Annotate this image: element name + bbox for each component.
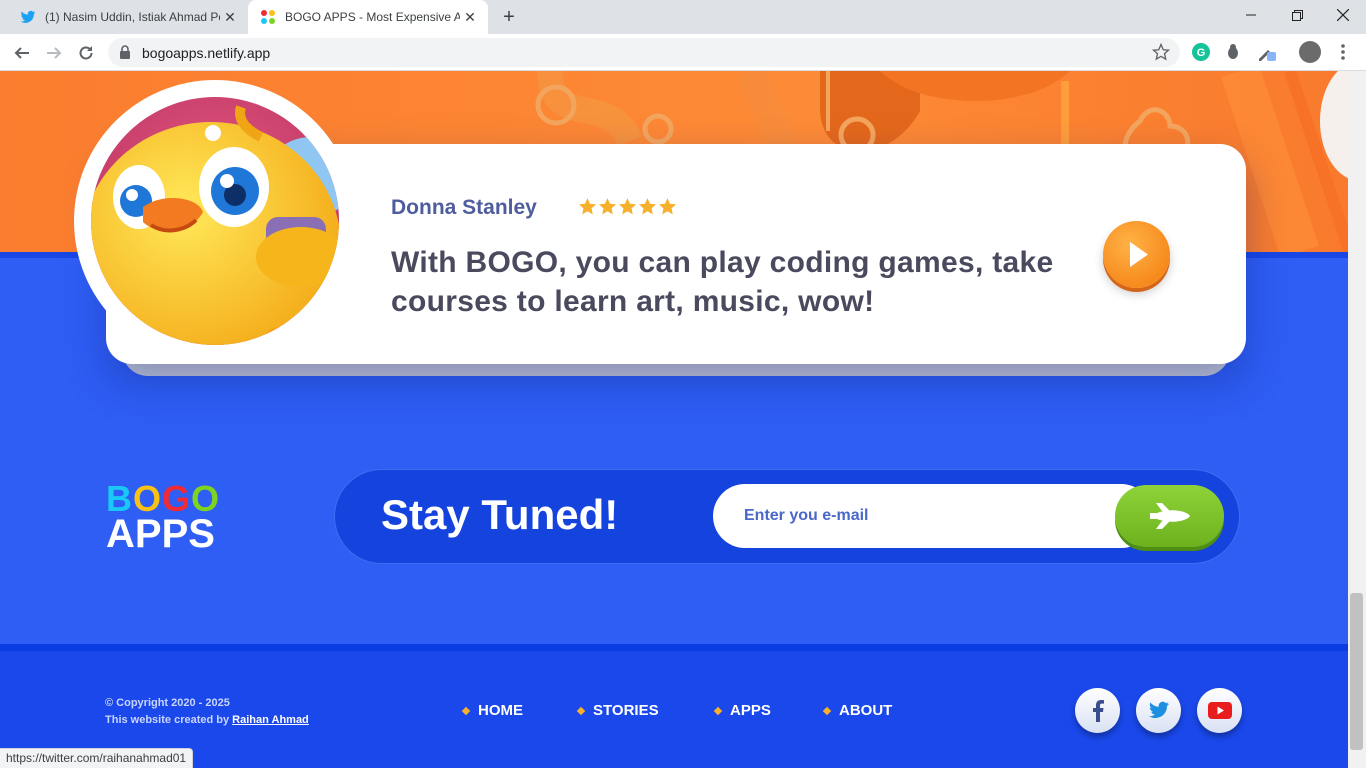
star-icon bbox=[658, 198, 677, 215]
reviewer-avatar bbox=[91, 97, 339, 345]
twitter-icon bbox=[20, 10, 36, 23]
web-page: Donna Stanley With BOGO, you can play co… bbox=[0, 71, 1348, 768]
minimize-icon[interactable] bbox=[1228, 0, 1274, 30]
reload-icon[interactable] bbox=[72, 39, 100, 67]
forward-icon[interactable] bbox=[40, 39, 68, 67]
youtube-icon bbox=[1207, 702, 1232, 719]
browser-tab-twitter[interactable]: (1) Nasim Uddin, Istiak Ahmad Po ✕ bbox=[8, 0, 248, 34]
page-scrollbar[interactable] bbox=[1348, 71, 1366, 768]
restore-icon[interactable] bbox=[1274, 0, 1320, 30]
footer-nav-home[interactable]: HOME bbox=[461, 702, 523, 719]
rating-stars bbox=[578, 197, 677, 216]
close-window-icon[interactable] bbox=[1320, 0, 1366, 30]
footer-nav-about[interactable]: ABOUT bbox=[822, 702, 893, 719]
footer-nav-label: HOME bbox=[478, 702, 523, 719]
grammarly-icon[interactable]: G bbox=[1191, 42, 1211, 62]
newsletter-title: Stay Tuned! bbox=[381, 491, 619, 538]
copyright-text: © Copyright 2020 - 2025 This website cre… bbox=[105, 695, 309, 729]
lock-icon bbox=[120, 45, 130, 59]
star-icon bbox=[618, 198, 637, 215]
diamond-bullet-icon bbox=[822, 706, 832, 715]
star-icon bbox=[638, 198, 657, 215]
copyright-line: © Copyright 2020 - 2025 bbox=[105, 697, 230, 709]
credit-prefix: This website created by bbox=[105, 714, 230, 726]
bogo-favicon bbox=[261, 10, 275, 24]
svg-text:G: G bbox=[1197, 47, 1206, 59]
close-tab-icon[interactable]: ✕ bbox=[222, 9, 238, 25]
color-picker-extension-icon[interactable] bbox=[1256, 42, 1276, 62]
browser-toolbar: bogoapps.netlify.app G bbox=[0, 34, 1366, 71]
bogo-apps-logo[interactable]: BOGO APPS bbox=[106, 481, 246, 556]
author-link[interactable]: Raihan Ahmad bbox=[232, 714, 309, 726]
footer-nav-label: ABOUT bbox=[839, 702, 893, 719]
twitter-icon bbox=[1148, 701, 1169, 718]
status-bar-url: https://twitter.com/raihanahmad01 bbox=[0, 748, 194, 768]
menu-dots-icon[interactable] bbox=[1333, 42, 1353, 62]
bookmark-star-icon[interactable] bbox=[1152, 43, 1170, 61]
bug-extension-icon[interactable] bbox=[1223, 42, 1243, 62]
close-tab-icon[interactable]: ✕ bbox=[462, 9, 478, 25]
profile-avatar[interactable] bbox=[1299, 41, 1321, 63]
reviewer-name: Donna Stanley bbox=[391, 196, 537, 219]
footer-nav-label: APPS bbox=[730, 702, 771, 719]
diamond-bullet-icon bbox=[713, 706, 723, 715]
star-icon bbox=[598, 198, 617, 215]
play-icon bbox=[1130, 242, 1148, 267]
diamond-bullet-icon bbox=[576, 706, 586, 715]
star-icon bbox=[578, 198, 597, 215]
tab-title: (1) Nasim Uddin, Istiak Ahmad Po bbox=[45, 10, 220, 24]
footer-nav-stories[interactable]: STORIES bbox=[576, 702, 659, 719]
play-button[interactable] bbox=[1103, 221, 1170, 288]
review-text: With BOGO, you can play coding games, ta… bbox=[391, 246, 1054, 318]
youtube-button[interactable] bbox=[1197, 688, 1242, 733]
url-text: bogoapps.netlify.app bbox=[142, 45, 271, 61]
new-tab-icon[interactable]: + bbox=[498, 6, 520, 28]
facebook-icon bbox=[1092, 699, 1104, 722]
back-icon[interactable] bbox=[8, 39, 36, 67]
logo-bogo-text: BOGO bbox=[106, 481, 246, 517]
browser-tab-bogo[interactable]: BOGO APPS - Most Expensive Ap ✕ bbox=[248, 0, 488, 34]
subscribe-button[interactable] bbox=[1115, 485, 1224, 547]
space-shuttle-icon bbox=[1149, 503, 1190, 529]
diamond-bullet-icon bbox=[461, 706, 471, 715]
footer-nav-apps[interactable]: APPS bbox=[713, 702, 771, 719]
twitter-button[interactable] bbox=[1136, 688, 1181, 733]
tab-title: BOGO APPS - Most Expensive Ap bbox=[285, 10, 460, 24]
logo-apps-text: APPS bbox=[106, 512, 215, 556]
facebook-button[interactable] bbox=[1075, 688, 1120, 733]
footer-nav-label: STORIES bbox=[593, 702, 659, 719]
credit-line: This website created by Raihan Ahmad bbox=[105, 712, 309, 729]
scrollbar-thumb[interactable] bbox=[1350, 593, 1363, 750]
email-input[interactable] bbox=[713, 484, 1153, 548]
address-bar[interactable]: bogoapps.netlify.app bbox=[108, 38, 1180, 67]
browser-tab-bar: (1) Nasim Uddin, Istiak Ahmad Po ✕ BOGO … bbox=[0, 0, 1366, 34]
